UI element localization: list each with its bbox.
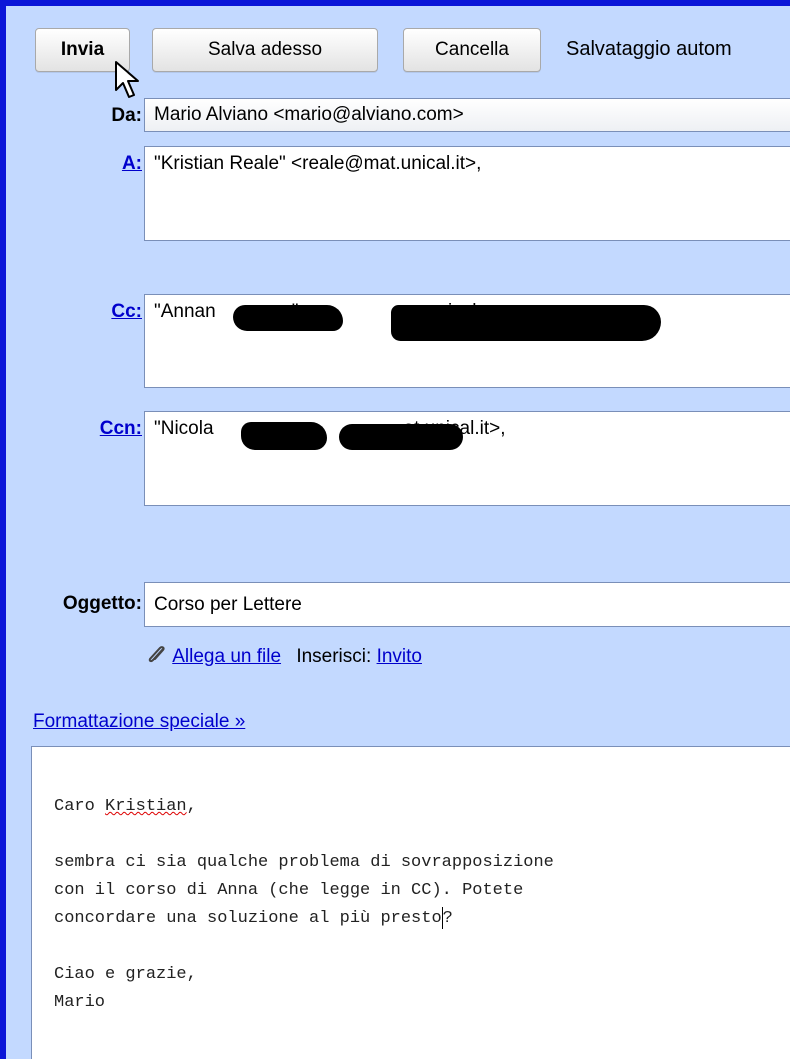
body-line-1: sembra ci sia qualche problema di sovrap… xyxy=(54,853,554,872)
special-formatting-link[interactable]: Formattazione speciale » xyxy=(33,711,245,733)
body-line-3-end: ? xyxy=(442,909,453,928)
insert-label: Inserisci: xyxy=(296,646,372,667)
body-line-2: con il corso di Anna (che legge in CC). … xyxy=(54,881,524,900)
cc-field[interactable]: "Annan" <unical, xyxy=(144,294,790,388)
from-label: Da: xyxy=(111,105,142,126)
attach-file-link[interactable]: Allega un file xyxy=(172,646,281,667)
bcc-field[interactable]: "Nicolaat.unical.it>, xyxy=(144,411,790,506)
to-link[interactable]: A: xyxy=(122,153,142,175)
discard-button[interactable]: Cancella xyxy=(403,28,541,72)
save-now-button[interactable]: Salva adesso xyxy=(152,28,378,72)
subject-label: Oggetto: xyxy=(62,593,142,614)
body-closing: Ciao e grazie, xyxy=(54,965,197,984)
attachment-row: Allega un file Inserisci: Invito xyxy=(146,644,422,668)
redaction-mark xyxy=(233,305,343,331)
misspelled-word[interactable]: Kristian xyxy=(105,797,187,816)
invite-link[interactable]: Invito xyxy=(377,646,422,667)
message-body-editor[interactable]: Caro Kristian, sembra ci sia qualche pro… xyxy=(31,746,790,1059)
redaction-mark xyxy=(241,422,327,450)
message-body-text: Caro Kristian, sembra ci sia qualche pro… xyxy=(54,793,554,1017)
subject-input[interactable]: Corso per Lettere xyxy=(144,582,790,627)
redaction-mark xyxy=(391,305,661,341)
body-line-3: concordare una soluzione al più presto xyxy=(54,909,442,928)
redaction-mark xyxy=(339,424,463,450)
cc-text-prefix: "Annan xyxy=(154,301,216,322)
from-select[interactable]: Mario Alviano <mario@alviano.com> xyxy=(144,98,790,132)
autosave-status: Salvataggio autom xyxy=(566,38,732,60)
mouse-pointer-icon xyxy=(115,61,139,98)
to-field[interactable]: "Kristian Reale" <reale@mat.unical.it>, xyxy=(144,146,790,241)
paperclip-icon xyxy=(148,646,165,663)
body-signature: Mario xyxy=(54,993,106,1012)
compose-panel: Invia Salva adesso Cancella Salvataggio … xyxy=(6,6,790,1059)
bcc-text-prefix: "Nicola xyxy=(154,418,214,439)
greeting-pre: Caro xyxy=(54,797,106,816)
bcc-link[interactable]: Ccn: xyxy=(100,418,142,440)
greeting-post: , xyxy=(186,797,197,816)
cc-link[interactable]: Cc: xyxy=(111,301,142,323)
